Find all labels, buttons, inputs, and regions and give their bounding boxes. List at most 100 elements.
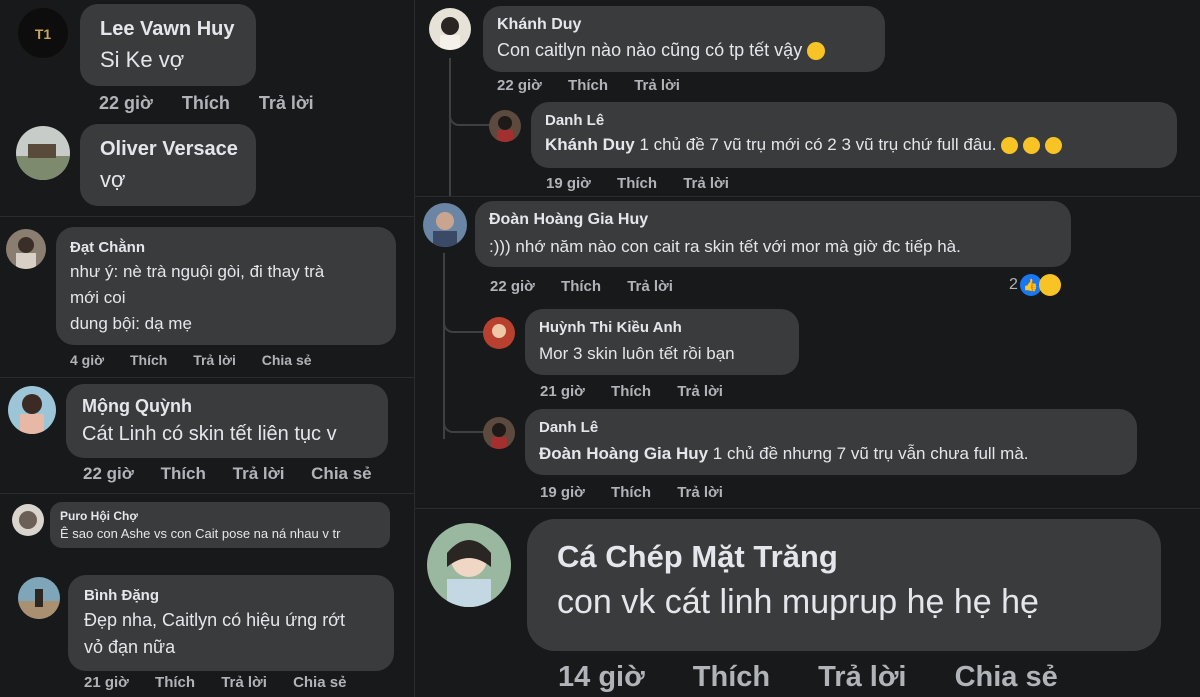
comment-actions: 21 giờ Thích Trả lời Chia sẻ <box>84 674 346 691</box>
commenter-name[interactable]: Đoàn Hoàng Gia Huy <box>489 211 1057 229</box>
commenter-name[interactable]: Oliver Versace <box>100 138 238 161</box>
avatar[interactable] <box>6 229 46 269</box>
commenter-name[interactable]: Huỳnh Thi Kiều Anh <box>539 319 785 336</box>
like-button[interactable]: Thích <box>161 464 206 484</box>
commenter-name[interactable]: Puro Hội Chợ <box>60 509 380 523</box>
share-button[interactable]: Chia sẻ <box>262 352 312 368</box>
timestamp[interactable]: 14 giờ <box>558 661 645 694</box>
avatar[interactable] <box>483 317 515 349</box>
timestamp[interactable]: 19 giờ <box>540 484 585 501</box>
comment-bubble: Đoàn Hoàng Gia Huy :))) nhớ năm nào con … <box>475 201 1071 267</box>
mention-tag[interactable]: Khánh Duy <box>545 135 635 154</box>
commenter-name[interactable]: Lee Vawn Huy <box>100 18 236 41</box>
timestamp[interactable]: 19 giờ <box>546 175 591 192</box>
share-button[interactable]: Chia sẻ <box>955 661 1058 694</box>
like-button[interactable]: Thích <box>130 352 167 368</box>
reaction-summary[interactable]: 2 👍 <box>1009 274 1061 296</box>
comment-text: Mor 3 skin luôn tết rồi bạn <box>539 344 735 363</box>
reply-button[interactable]: Trả lời <box>634 77 680 94</box>
avatar[interactable] <box>8 386 56 434</box>
comment-text: Khánh Duy 1 chủ đề 7 vũ trụ mới có 2 3 v… <box>545 135 1163 155</box>
avatar[interactable] <box>18 577 60 619</box>
comment-panel-ca-chep: Cá Chép Mặt Trăng con vk cát linh muprup… <box>414 508 1200 697</box>
like-button[interactable]: Thích <box>611 484 651 501</box>
commenter-name[interactable]: Bình Đặng <box>84 587 378 604</box>
reaction-count: 2 <box>1009 276 1018 293</box>
like-button[interactable]: Thích <box>611 383 651 400</box>
reply-button[interactable]: Trả lời <box>677 484 723 501</box>
reply-button[interactable]: Trả lời <box>683 175 729 192</box>
comment-actions: 19 giờ Thích Trả lời <box>546 175 729 192</box>
timestamp[interactable]: 22 giờ <box>83 464 134 484</box>
like-button[interactable]: Thích <box>561 278 601 295</box>
comment-text-line: dung bội: dạ mẹ <box>70 314 192 333</box>
comment-actions: 21 giờ Thích Trả lời <box>540 383 723 400</box>
commenter-name[interactable]: Mộng Quỳnh <box>82 396 372 417</box>
comment-actions: 4 giờ Thích Trả lời Chia sẻ <box>70 352 312 368</box>
commenter-name[interactable]: Danh Lê <box>539 419 1123 436</box>
avatar[interactable] <box>489 110 521 142</box>
comment-text-content: 1 chủ đề nhưng 7 vũ trụ vẫn chưa full mà… <box>708 444 1029 463</box>
haha-reaction-icon <box>1038 274 1061 296</box>
avatar[interactable] <box>427 523 511 607</box>
reply-button[interactable]: Trả lời <box>193 352 236 368</box>
like-button[interactable]: Thích <box>155 674 195 691</box>
commenter-name[interactable]: Danh Lê <box>545 112 1163 129</box>
avatar[interactable] <box>16 126 70 180</box>
like-button[interactable]: Thích <box>617 175 657 192</box>
thread-branch <box>443 419 485 433</box>
avatar[interactable] <box>423 203 467 247</box>
rofl-emoji-icon <box>1044 137 1062 155</box>
avatar[interactable] <box>483 417 515 449</box>
comment-panel-dat: Đạt Chằnn như ý: nè trà nguội gòi, đi th… <box>0 216 414 377</box>
avatar[interactable] <box>12 504 44 536</box>
timestamp[interactable]: 4 giờ <box>70 352 104 368</box>
comment-bubble: Oliver Versace vợ <box>80 124 256 206</box>
timestamp[interactable]: 21 giờ <box>84 674 129 691</box>
rofl-emoji-icon <box>1022 137 1040 155</box>
timestamp[interactable]: 22 giờ <box>497 77 542 94</box>
reply-button[interactable]: Trả lời <box>233 464 285 484</box>
comment-bubble: Lee Vawn Huy Si Ke vợ <box>80 4 256 86</box>
comment-text: Con caitlyn nào nào cũng có tp tết vậy <box>497 40 871 61</box>
comment-bubble: Puro Hội Chợ Ê sao con Ashe vs con Cait … <box>50 502 390 548</box>
thread-branch <box>449 112 491 126</box>
comment-actions: 22 giờ Thích Trả lời <box>99 93 314 114</box>
like-button[interactable]: Thích <box>182 93 230 114</box>
comment-actions: 19 giờ Thích Trả lời <box>540 484 723 501</box>
comment-text-line: như ý: nè trà nguội gòi, đi thay trà <box>70 262 325 281</box>
thread-line <box>443 253 445 439</box>
share-button[interactable]: Chia sẻ <box>293 674 346 691</box>
comment-text: Ê sao con Ashe vs con Cait pose na ná nh… <box>60 526 341 541</box>
comment-thread-khanh: Khánh Duy Con caitlyn nào nào cũng có tp… <box>414 0 1200 196</box>
reply-button[interactable]: Trả lời <box>221 674 267 691</box>
share-button[interactable]: Chia sẻ <box>311 464 371 484</box>
comment-text-line: mới coi <box>70 288 126 307</box>
like-button[interactable]: Thích <box>568 77 608 94</box>
reply-button[interactable]: Trả lời <box>259 93 314 114</box>
comment-text-line: vỏ đạn nữa <box>84 637 176 657</box>
commenter-name[interactable]: Khánh Duy <box>497 16 871 34</box>
comment-bubble: Bình Đặng Đẹp nha, Caitlyn có hiệu ứng r… <box>68 575 394 671</box>
mention-tag[interactable]: Đoàn Hoàng Gia Huy <box>539 444 708 463</box>
comment-panel-binh: Bình Đặng Đẹp nha, Caitlyn có hiệu ứng r… <box>0 563 414 696</box>
reply-button[interactable]: Trả lời <box>677 383 723 400</box>
avatar[interactable]: T1 <box>18 8 68 58</box>
timestamp[interactable]: 22 giờ <box>99 93 153 114</box>
commenter-name[interactable]: Đạt Chằnn <box>70 239 382 256</box>
reply-button[interactable]: Trả lời <box>627 278 673 295</box>
comment-text: vợ <box>100 167 126 192</box>
commenter-name[interactable]: Cá Chép Mặt Trăng <box>557 539 1131 575</box>
comment-text: Đoàn Hoàng Gia Huy 1 chủ đề nhưng 7 vũ t… <box>539 444 1123 464</box>
reply-button[interactable]: Trả lời <box>818 661 906 694</box>
rofl-emoji-icon <box>1001 137 1019 155</box>
timestamp[interactable]: 22 giờ <box>490 278 535 295</box>
avatar[interactable] <box>429 8 471 50</box>
comment-text: Si Ke vợ <box>100 47 185 72</box>
thread-line <box>449 58 451 196</box>
comment-panel-puro: Puro Hội Chợ Ê sao con Ashe vs con Cait … <box>0 493 414 564</box>
comment-actions: 22 giờ Thích Trả lời Chia sẻ <box>83 464 372 484</box>
comment-bubble: Đạt Chằnn như ý: nè trà nguội gòi, đi th… <box>56 227 396 345</box>
like-button[interactable]: Thích <box>693 661 770 694</box>
timestamp[interactable]: 21 giờ <box>540 383 585 400</box>
